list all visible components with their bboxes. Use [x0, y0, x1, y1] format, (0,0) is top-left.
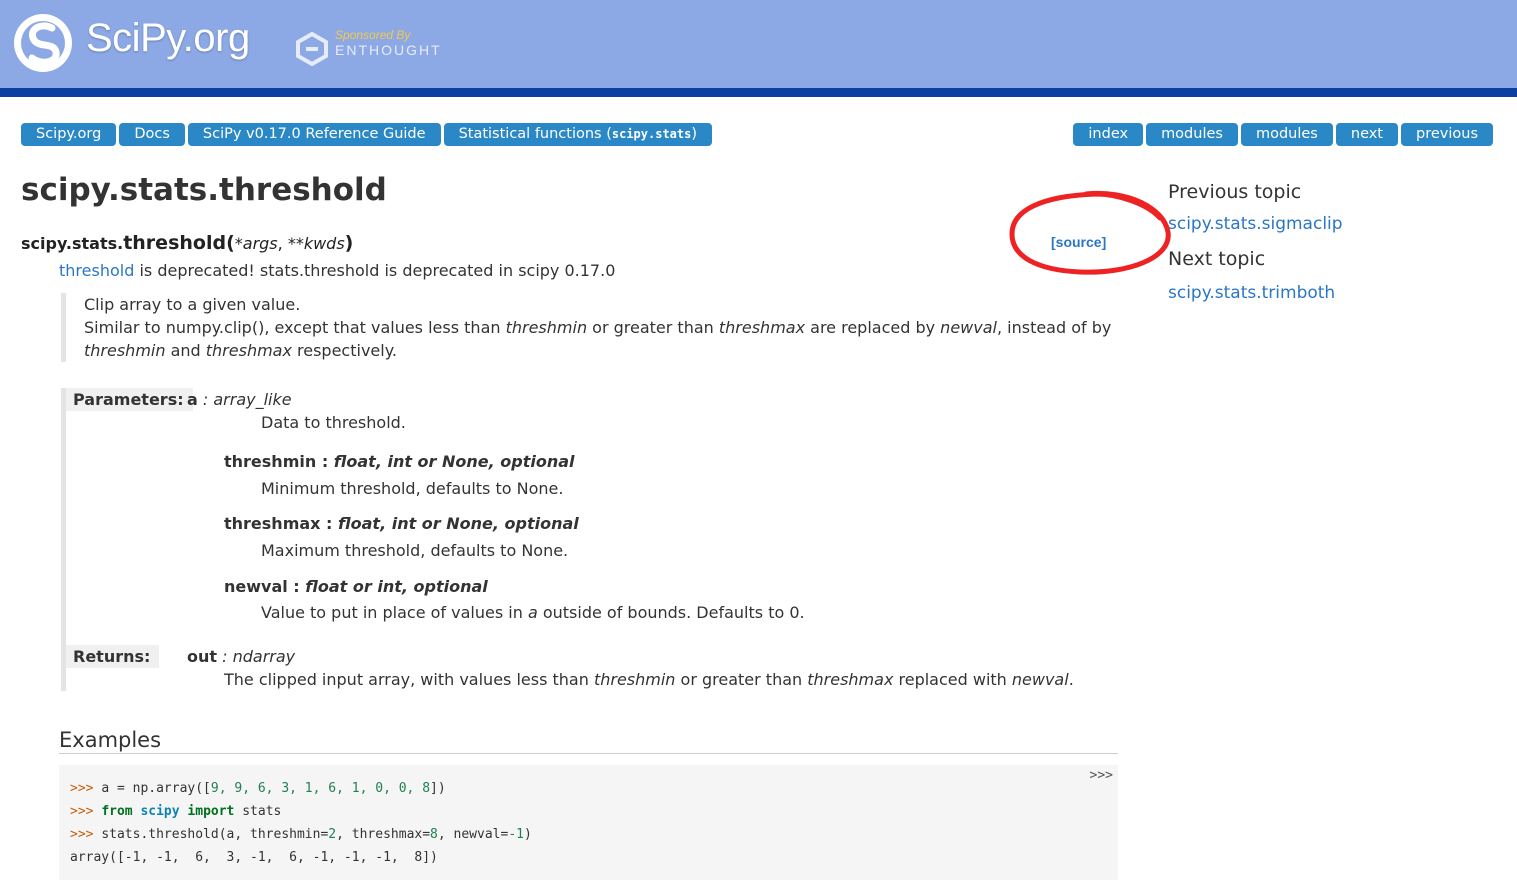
- param-newval-desc: Value to put in place of values in a out…: [261, 603, 805, 622]
- param-threshmax-desc: Maximum threshold, defaults to None.: [261, 541, 569, 560]
- code-line-1: >>> a = np.array([9, 9, 6, 3, 1, 6, 1, 0…: [70, 781, 446, 796]
- sponsor-name[interactable]: ENTHOUGHT: [335, 42, 442, 58]
- param-newval-header: newval : float or int, optional: [224, 577, 488, 596]
- sig-open-paren: (: [226, 232, 235, 254]
- code-line-2: >>> from scipy import stats: [70, 804, 282, 819]
- nav-stats-close: ): [691, 126, 698, 142]
- next-topic-heading: Next topic: [1168, 248, 1266, 270]
- nav-scipy-org[interactable]: Scipy.org: [21, 123, 117, 146]
- returns-label: Returns:: [66, 645, 160, 668]
- sig-sep: ,: [277, 234, 288, 253]
- next-topic-link[interactable]: scipy.stats.trimboth: [1168, 283, 1335, 303]
- site-logo-text[interactable]: SciPy.org: [86, 16, 250, 61]
- examples-divider: [59, 753, 1118, 754]
- return-out-desc: The clipped input array, with values les…: [224, 670, 1074, 689]
- sponsored-by-text: Sponsored By: [335, 28, 411, 42]
- description-line-3: threshmin and threshmax respectively.: [84, 341, 397, 360]
- sig-function-name: threshold: [123, 232, 227, 254]
- related-nav: index modules modules next previous: [1073, 123, 1493, 146]
- parameters-label: Parameters:: [66, 388, 193, 411]
- code-line-3: >>> stats.threshold(a, threshmin=2, thre…: [70, 827, 532, 842]
- code-output-line: array([-1, -1, 6, 3, -1, 6, -1, -1, -1, …: [70, 850, 438, 865]
- threshold-link[interactable]: threshold: [59, 261, 134, 280]
- deprecation-text: is deprecated! stats.threshold is deprec…: [134, 261, 616, 280]
- nav-modules-2[interactable]: modules: [1240, 123, 1333, 146]
- description-line-1: Clip array to a given value.: [84, 295, 301, 314]
- page-title: scipy.stats.threshold: [21, 172, 387, 208]
- header-divider: [0, 88, 1517, 97]
- sig-module: scipy.stats.: [21, 234, 124, 253]
- function-signature: scipy.stats.threshold(*args, **kwds): [21, 232, 353, 254]
- site-header: SciPy.org Sponsored By ENTHOUGHT: [0, 0, 1517, 88]
- toggle-prompt-button[interactable]: >>>: [1090, 768, 1113, 783]
- nav-reference-guide[interactable]: SciPy v0.17.0 Reference Guide: [187, 123, 441, 146]
- param-threshmin-desc: Minimum threshold, defaults to None.: [261, 479, 564, 498]
- deprecation-notice: threshold is deprecated! stats.threshold…: [59, 261, 615, 280]
- nav-stats-code: scipy.stats: [611, 127, 692, 141]
- examples-heading: Examples: [59, 728, 162, 752]
- previous-topic-link[interactable]: scipy.stats.sigmaclip: [1168, 214, 1343, 234]
- nav-statistical-functions[interactable]: Statistical functions (scipy.stats): [443, 123, 713, 146]
- scipy-logo-icon[interactable]: [12, 12, 74, 74]
- param-a-header: a : array_like: [187, 390, 292, 409]
- source-link[interactable]: [source]: [1051, 234, 1106, 250]
- description-block: Clip array to a given value. Similar to …: [61, 293, 1124, 362]
- sig-close-paren: ): [344, 232, 354, 254]
- return-out-header: out : ndarray: [187, 647, 296, 666]
- nav-docs[interactable]: Docs: [119, 123, 185, 146]
- param-a-desc: Data to threshold.: [261, 413, 406, 432]
- nav-stats-label: Statistical functions (: [458, 126, 612, 142]
- nav-previous[interactable]: previous: [1401, 123, 1493, 146]
- nav-index[interactable]: index: [1073, 123, 1144, 146]
- nav-next[interactable]: next: [1335, 123, 1398, 146]
- sig-args: *args: [234, 234, 278, 253]
- param-threshmin-header: threshmin : float, int or None, optional: [224, 452, 575, 471]
- example-code-block[interactable]: >>> >>> a = np.array([9, 9, 6, 3, 1, 6, …: [59, 765, 1118, 880]
- breadcrumb-nav: Scipy.org Docs SciPy v0.17.0 Reference G…: [21, 123, 713, 146]
- nav-modules[interactable]: modules: [1146, 123, 1238, 146]
- enthought-logo-icon[interactable]: [296, 32, 328, 66]
- description-line-2: Similar to numpy.clip(), except that val…: [84, 318, 1112, 337]
- previous-topic-heading: Previous topic: [1168, 181, 1302, 203]
- sig-kwds: **kwds: [287, 234, 345, 253]
- param-threshmax-header: threshmax : float, int or None, optional: [224, 514, 579, 533]
